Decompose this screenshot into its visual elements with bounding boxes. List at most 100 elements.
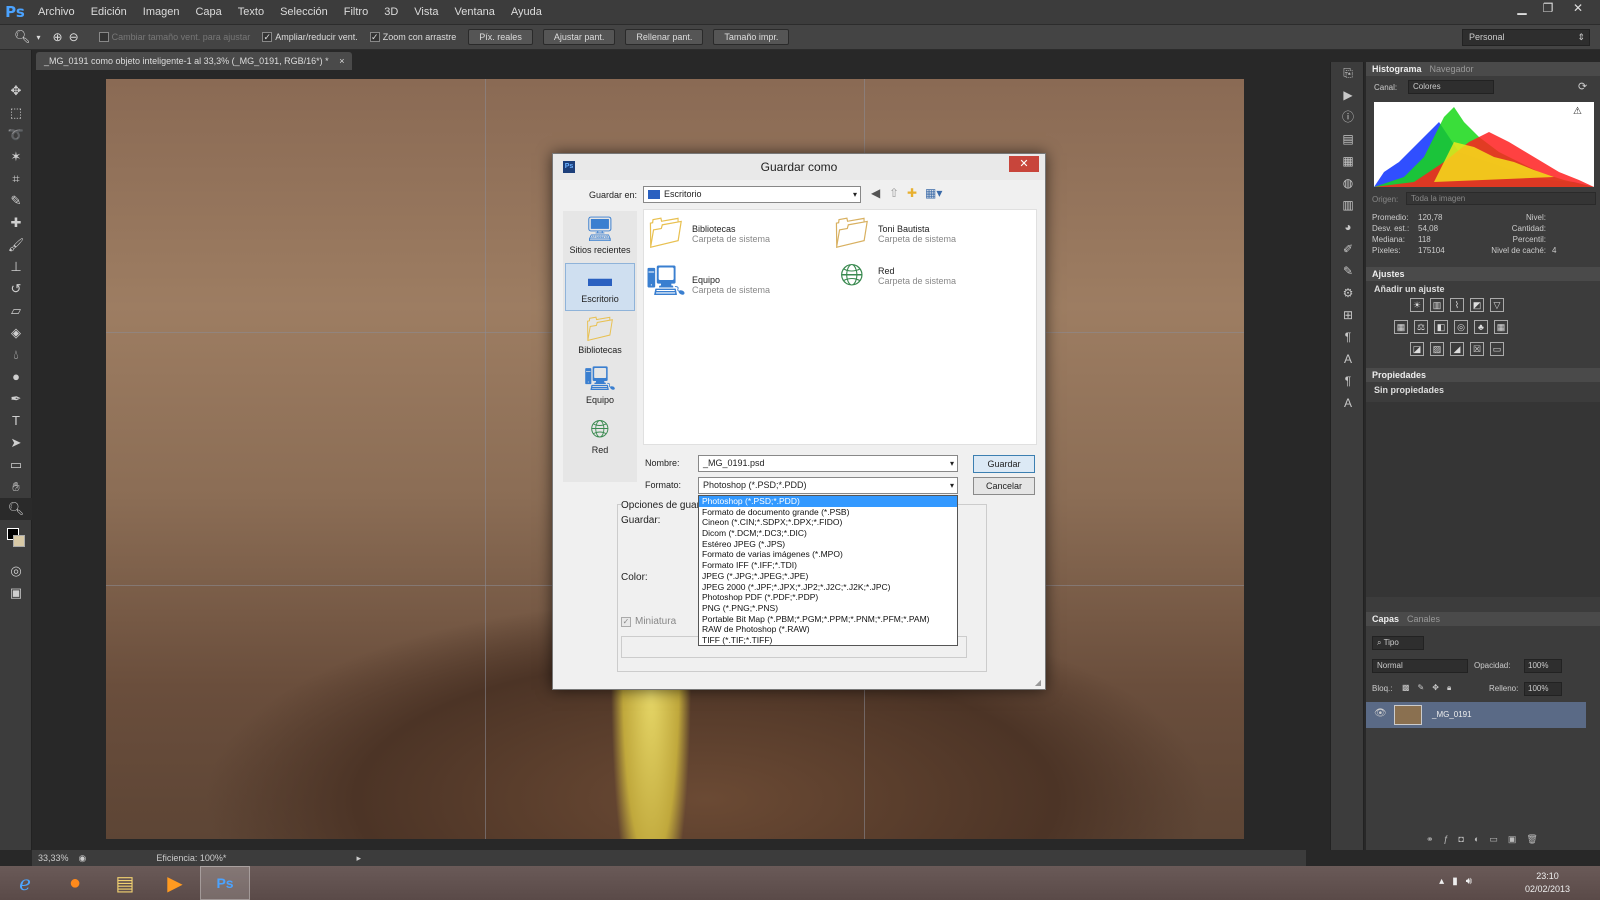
filename-field[interactable]: _MG_0191.psd ▾: [698, 455, 958, 472]
format-option[interactable]: Estéreo JPEG (*.JPS): [699, 539, 957, 550]
close-icon[interactable]: ✕: [1566, 0, 1590, 16]
hand-tool-icon[interactable]: ✋︎: [0, 476, 32, 498]
menu-item-10[interactable]: Ayuda: [503, 0, 550, 24]
gradient-map-icon[interactable]: ▭: [1490, 342, 1504, 356]
menu-item-3[interactable]: Capa: [187, 0, 229, 24]
view-menu-icon[interactable]: ▦▾: [925, 186, 942, 200]
exposure-icon[interactable]: ◩: [1470, 298, 1484, 312]
print-size-button[interactable]: Tamaño impr.: [713, 29, 790, 45]
format-option[interactable]: Formato de documento grande (*.PSB): [699, 507, 957, 518]
place-network[interactable]: 🌐︎ Red: [565, 415, 635, 459]
minimize-icon[interactable]: ▁: [1510, 0, 1534, 16]
move-tool-icon[interactable]: ✥: [0, 80, 32, 102]
save-button[interactable]: Guardar: [973, 455, 1035, 473]
list-item[interactable]: 🖳 Equipo Carpeta de sistema: [646, 259, 770, 310]
tab-navigator[interactable]: Navegador: [1430, 64, 1474, 74]
shape-tool-icon[interactable]: ▭: [0, 454, 32, 476]
dodge-tool-icon[interactable]: ●: [0, 366, 32, 388]
clone-source-icon[interactable]: ⊞: [1331, 304, 1365, 326]
screen-mode-icon[interactable]: ▣: [0, 582, 32, 604]
fill-field[interactable]: 100%: [1524, 682, 1562, 696]
firefox-icon[interactable]: ●: [50, 866, 100, 900]
zoom-in-icon[interactable]: ⊕: [53, 30, 63, 44]
quick-mask-icon[interactable]: ◎: [0, 560, 32, 582]
place-desktop[interactable]: ▬ Escritorio: [565, 263, 635, 311]
eyedropper-icon[interactable]: ✎: [0, 190, 32, 212]
chevron-down-icon[interactable]: ▾: [37, 33, 41, 42]
format-option[interactable]: Formato de varias imágenes (*.MPO): [699, 549, 957, 560]
list-item[interactable]: 📁︎ Toni Bautista Carpeta de sistema: [832, 216, 956, 251]
place-computer[interactable]: 🖳 Equipo: [565, 365, 635, 409]
tray-icons[interactable]: ▴▮🔊︎: [1439, 876, 1480, 887]
eraser-tool-icon[interactable]: ▱: [0, 300, 32, 322]
path-select-icon[interactable]: ➤: [0, 432, 32, 454]
new-folder-icon[interactable]: ✚: [907, 186, 917, 200]
format-option[interactable]: Dicom (*.DCM;*.DC3;*.DIC): [699, 528, 957, 539]
workspace-select[interactable]: Personal ⇕: [1462, 29, 1590, 46]
list-item[interactable]: 🌐︎ Red Carpeta de sistema: [832, 259, 956, 293]
levels-icon[interactable]: ▥: [1430, 298, 1444, 312]
menu-item-0[interactable]: Archivo: [30, 0, 83, 24]
list-item[interactable]: 📁︎ Bibliotecas Carpeta de sistema: [646, 216, 770, 251]
tab-layers[interactable]: Capas: [1372, 614, 1399, 624]
actual-pixels-button[interactable]: Píx. reales: [468, 29, 533, 45]
paths-panel-icon[interactable]: ✐: [1331, 238, 1365, 260]
blend-mode-select[interactable]: Normal: [1372, 659, 1468, 673]
lock-icons[interactable]: ▩✎✥🔒︎: [1402, 683, 1459, 693]
format-option[interactable]: PNG (*.PNG;*.PNS): [699, 603, 957, 614]
back-icon[interactable]: ◀: [871, 186, 880, 200]
source-select[interactable]: Toda la imagen: [1406, 192, 1596, 205]
photo-filter-icon[interactable]: ◎: [1454, 320, 1468, 334]
color-balance-icon[interactable]: ⚖: [1414, 320, 1428, 334]
pen-tool-icon[interactable]: ✒: [0, 388, 32, 410]
format-option[interactable]: RAW de Photoshop (*.RAW): [699, 624, 957, 635]
brightness-icon[interactable]: ☀: [1410, 298, 1424, 312]
format-option[interactable]: JPEG 2000 (*.JPF;*.JPX;*.JP2;*.J2C;*.J2K…: [699, 582, 957, 593]
clock[interactable]: 23:10 02/02/2013: [1525, 870, 1570, 896]
media-player-icon[interactable]: ▶: [150, 866, 200, 900]
brush-tool-icon[interactable]: 🖌︎: [0, 234, 32, 256]
measurement-icon[interactable]: ▥: [1331, 194, 1365, 216]
zoom-tool-icon[interactable]: 🔍︎: [14, 29, 31, 45]
info-icon[interactable]: ◉: [79, 853, 87, 864]
type-tool-icon[interactable]: T: [0, 410, 32, 432]
lasso-tool-icon[interactable]: ➰: [0, 124, 32, 146]
layer-comps-icon[interactable]: ▦: [1331, 150, 1365, 172]
scrubby-zoom-checkbox[interactable]: ✓ Zoom con arrastre: [369, 32, 456, 42]
fit-screen-button[interactable]: Ajustar pant.: [542, 29, 616, 45]
character-panel-icon[interactable]: A: [1331, 348, 1365, 370]
color-lookup-icon[interactable]: ▦: [1494, 320, 1508, 334]
format-option[interactable]: JPEG (*.JPG;*.JPEG;*.JPE): [699, 571, 957, 582]
layer-row[interactable]: 👁︎ _MG_0191: [1366, 702, 1586, 728]
posterize-icon[interactable]: ▨: [1430, 342, 1444, 356]
format-select[interactable]: Photoshop (*.PSD;*.PDD) ▾: [698, 477, 958, 494]
resize-grip-icon[interactable]: ◢: [1035, 678, 1041, 687]
resize-windows-checkbox[interactable]: Cambiar tamaño vent. para ajustar: [98, 32, 250, 42]
menu-item-2[interactable]: Imagen: [135, 0, 188, 24]
fill-screen-button[interactable]: Rellenar pant.: [625, 29, 704, 45]
stamp-tool-icon[interactable]: ⊥: [0, 256, 32, 278]
curves-icon[interactable]: ⌇: [1450, 298, 1464, 312]
actions-panel-icon[interactable]: ▶: [1331, 84, 1365, 106]
channel-mixer-icon[interactable]: ♣: [1474, 320, 1488, 334]
selective-color-icon[interactable]: ☒: [1470, 342, 1484, 356]
chevron-right-icon[interactable]: ▸: [356, 853, 361, 864]
history-panel-icon[interactable]: ⎘: [1331, 62, 1365, 84]
format-option[interactable]: Photoshop PDF (*.PDF;*.PDP): [699, 592, 957, 603]
menu-item-6[interactable]: Filtro: [336, 0, 376, 24]
format-option[interactable]: Portable Bit Map (*.PBM;*.PGM;*.PPM;*.PN…: [699, 614, 957, 625]
info-panel-icon[interactable]: ⓘ: [1331, 106, 1365, 128]
menu-item-9[interactable]: Ventana: [447, 0, 503, 24]
invert-icon[interactable]: ◪: [1410, 342, 1424, 356]
refresh-icon[interactable]: ⟳: [1578, 80, 1587, 93]
menu-item-7[interactable]: 3D: [376, 0, 406, 24]
format-option[interactable]: TIFF (*.TIF;*.TIFF): [699, 635, 957, 646]
tool-presets-icon[interactable]: ⚙: [1331, 282, 1365, 304]
restore-icon[interactable]: ❐: [1536, 0, 1560, 16]
menu-item-8[interactable]: Vista: [406, 0, 446, 24]
format-option[interactable]: Formato IFF (*.IFF;*.TDI): [699, 560, 957, 571]
eye-icon[interactable]: 👁︎: [1374, 708, 1387, 719]
menu-item-4[interactable]: Texto: [230, 0, 272, 24]
marquee-tool-icon[interactable]: ⬚: [0, 102, 32, 124]
layer-filter-select[interactable]: ⌕ Tipo: [1372, 636, 1424, 650]
